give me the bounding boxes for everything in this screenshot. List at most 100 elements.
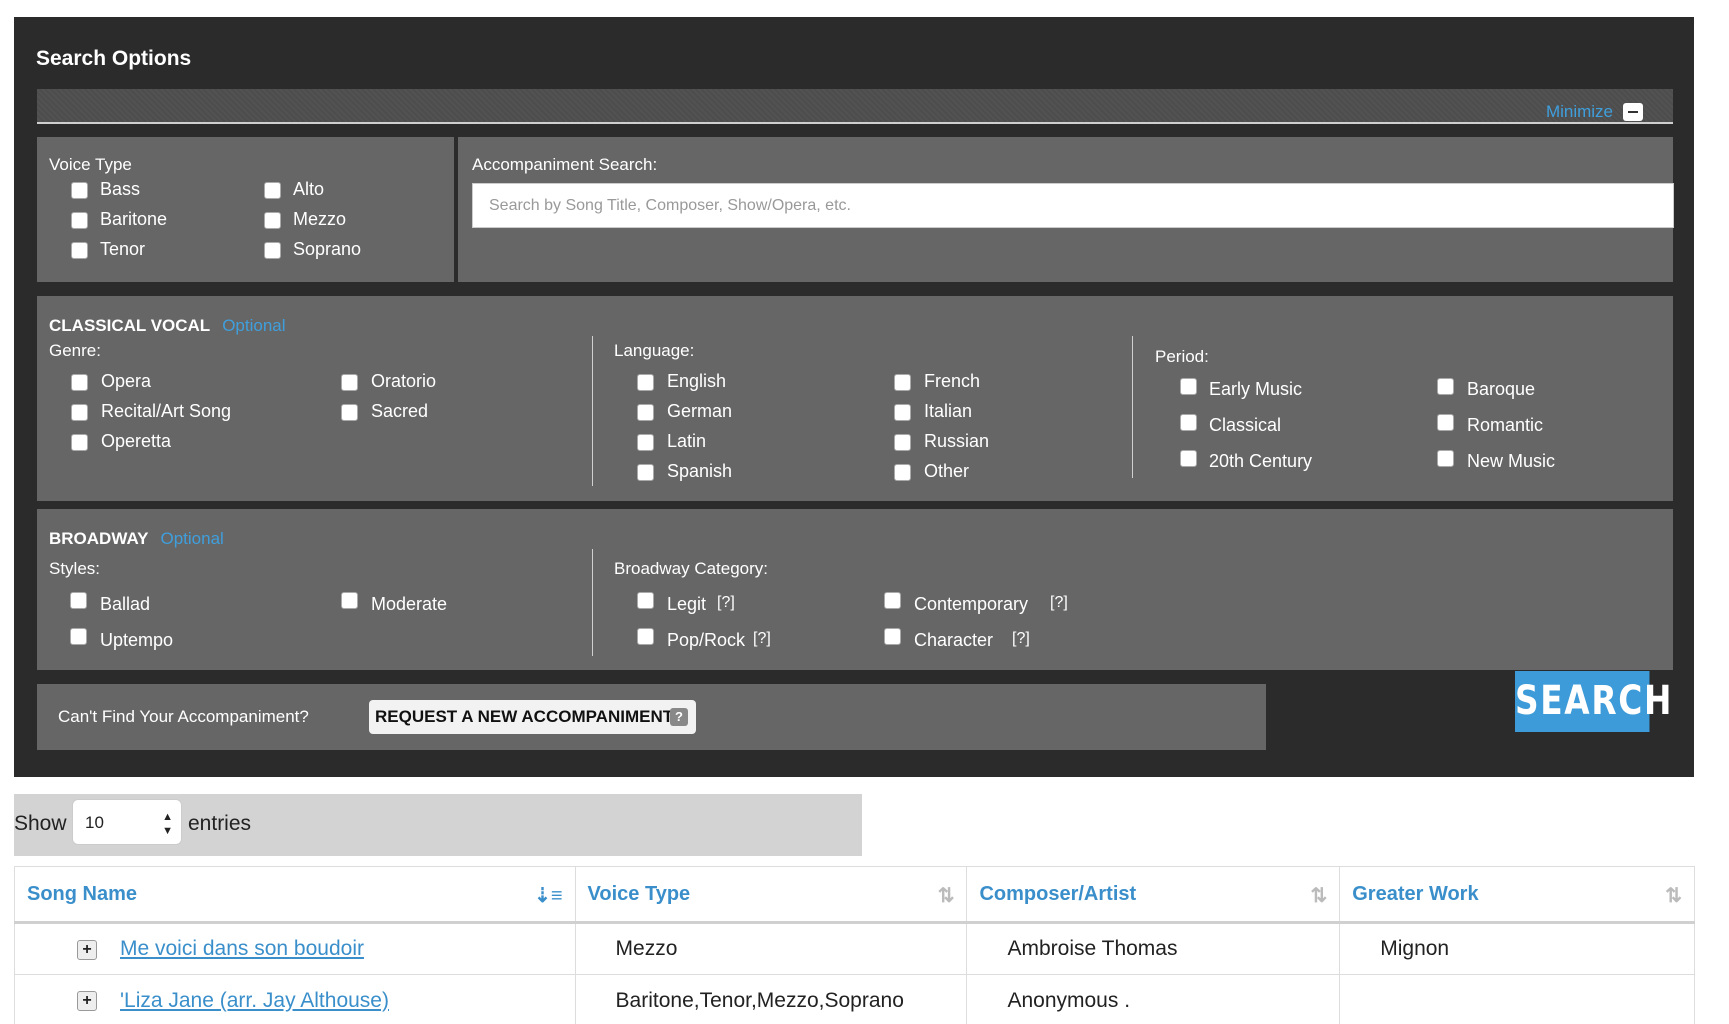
column-voice-type[interactable]: Voice Type ⇅: [574, 866, 968, 924]
checkbox-uptempo[interactable]: [70, 628, 87, 645]
checkbox-spanish[interactable]: [637, 464, 654, 481]
pop-rock-help-link[interactable]: [?]: [753, 630, 771, 648]
song-link[interactable]: 'Liza Jane (arr. Jay Althouse): [120, 989, 389, 1012]
checkbox-classical[interactable]: [1180, 414, 1197, 431]
column-voice-type-label: Voice Type: [587, 882, 691, 905]
work-cell: [1339, 974, 1695, 1024]
voice-label-baritone: Baritone: [100, 209, 168, 229]
checkbox-new-music[interactable]: [1437, 450, 1454, 467]
request-accompaniment-button[interactable]: REQUEST A NEW ACCOMPANIMENT ?: [369, 700, 696, 734]
language-label-latin: Latin: [667, 431, 707, 451]
checkbox-opera[interactable]: [71, 374, 88, 391]
genre-label: Genre:: [49, 341, 101, 360]
checkbox-operetta[interactable]: [71, 434, 88, 451]
language-label: Language:: [614, 341, 695, 360]
checkbox-other[interactable]: [894, 464, 911, 481]
sort-asc-icon[interactable]: ⇣≡: [534, 883, 562, 908]
sort-icon[interactable]: ⇅: [938, 883, 955, 908]
period-label-baroque: Baroque: [1467, 379, 1536, 399]
period-label: Period:: [1155, 347, 1209, 366]
language-label-german: German: [667, 401, 733, 421]
expand-icon[interactable]: +: [77, 991, 97, 1011]
checkbox-baroque[interactable]: [1437, 378, 1454, 395]
song-cell: + Me voici dans son boudoir: [14, 922, 576, 975]
checkbox-oratorio[interactable]: [341, 374, 358, 391]
show-entries-bar: Show 10 ▲ ▼ entries: [14, 794, 862, 856]
legit-help-link[interactable]: [?]: [717, 594, 735, 612]
checkbox-moderate[interactable]: [341, 592, 358, 609]
checkbox-mezzo[interactable]: [264, 212, 281, 229]
classical-divider-2: [1132, 336, 1133, 478]
checkbox-bass[interactable]: [71, 182, 88, 199]
contemporary-help-link[interactable]: [?]: [1050, 594, 1068, 612]
sort-icon[interactable]: ⇅: [1665, 883, 1682, 908]
select-arrows-icon: ▲ ▼: [162, 811, 173, 837]
classical-vocal-heading: CLASSICAL VOCAL: [49, 316, 211, 335]
accompaniment-search-input[interactable]: Search by Song Title, Composer, Show/Ope…: [472, 183, 1674, 228]
help-icon[interactable]: ?: [670, 708, 688, 726]
minimize-icon[interactable]: [1623, 103, 1643, 121]
checkbox-20th-century[interactable]: [1180, 450, 1197, 467]
language-label-russian: Russian: [924, 431, 990, 451]
request-accompaniment-box: Can't Find Your Accompaniment? REQUEST A…: [37, 684, 1266, 750]
checkbox-character[interactable]: [884, 628, 901, 645]
checkbox-sacred[interactable]: [341, 404, 358, 421]
checkbox-legit[interactable]: [637, 592, 654, 609]
period-label-romantic: Romantic: [1467, 415, 1544, 435]
checkbox-french[interactable]: [894, 374, 911, 391]
classical-vocal-title: CLASSICAL VOCAL Optional: [49, 316, 286, 336]
checkbox-russian[interactable]: [894, 434, 911, 451]
style-label-uptempo: Uptempo: [100, 630, 174, 650]
period-label-new-music: New Music: [1467, 451, 1556, 471]
language-label-english: English: [667, 371, 727, 391]
genre-label-operetta: Operetta: [101, 431, 172, 451]
request-button-label: REQUEST A NEW ACCOMPANIMENT: [375, 707, 674, 726]
style-label-ballad: Ballad: [100, 594, 151, 614]
language-label-italian: Italian: [924, 401, 973, 421]
checkbox-recital-art-song[interactable]: [71, 404, 88, 421]
song-cell: + 'Liza Jane (arr. Jay Althouse): [14, 974, 576, 1024]
column-greater-work[interactable]: Greater Work ⇅: [1339, 866, 1695, 924]
checkbox-soprano[interactable]: [264, 242, 281, 259]
accompaniment-search-box: Accompaniment Search: Search by Song Tit…: [458, 137, 1674, 282]
period-label-classical: Classical: [1209, 415, 1282, 435]
table-row: + 'Liza Jane (arr. Jay Althouse) Bariton…: [14, 974, 1695, 1024]
broadway-category-label: Broadway Category:: [614, 559, 769, 578]
checkbox-contemporary[interactable]: [884, 592, 901, 609]
entries-select[interactable]: 10 ▲ ▼: [72, 799, 182, 845]
category-label-contemporary: Contemporary: [914, 594, 1029, 614]
category-label-pop-rock: Pop/Rock: [667, 630, 746, 650]
checkbox-early-music[interactable]: [1180, 378, 1197, 395]
voice-label-soprano: Soprano: [293, 239, 362, 259]
checkbox-latin[interactable]: [637, 434, 654, 451]
column-song-name[interactable]: Song Name ⇣≡: [14, 866, 576, 924]
minimize-link[interactable]: Minimize: [1546, 102, 1613, 122]
voice-cell: Baritone,Tenor,Mezzo,Soprano: [574, 974, 968, 1024]
checkbox-german[interactable]: [637, 404, 654, 421]
checkbox-italian[interactable]: [894, 404, 911, 421]
checkbox-tenor[interactable]: [71, 242, 88, 259]
checkbox-english[interactable]: [637, 374, 654, 391]
column-composer[interactable]: Composer/Artist ⇅: [966, 866, 1341, 924]
checkbox-romantic[interactable]: [1437, 414, 1454, 431]
language-label-spanish: Spanish: [667, 461, 733, 481]
checkbox-alto[interactable]: [264, 182, 281, 199]
song-link[interactable]: Me voici dans son boudoir: [120, 937, 364, 960]
voice-label-tenor: Tenor: [100, 239, 146, 259]
minimize-bar: Minimize: [37, 89, 1673, 124]
voice-label-mezzo: Mezzo: [293, 209, 347, 229]
period-label-early-music: Early Music: [1209, 379, 1303, 399]
sort-icon[interactable]: ⇅: [1310, 883, 1327, 908]
checkbox-pop-rock[interactable]: [637, 628, 654, 645]
broadway-divider: [592, 549, 593, 656]
search-button[interactable]: SEARCH: [1515, 671, 1671, 732]
voice-type-box: Voice Type Bass Baritone Tenor Alto Mezz…: [37, 137, 454, 282]
expand-icon[interactable]: +: [77, 940, 97, 960]
broadway-optional: Optional: [160, 529, 224, 548]
voice-label-bass: Bass: [100, 179, 141, 199]
column-composer-label: Composer/Artist: [979, 882, 1137, 905]
language-label-french: French: [924, 371, 981, 391]
character-help-link[interactable]: [?]: [1012, 630, 1030, 648]
checkbox-ballad[interactable]: [70, 592, 87, 609]
checkbox-baritone[interactable]: [71, 212, 88, 229]
